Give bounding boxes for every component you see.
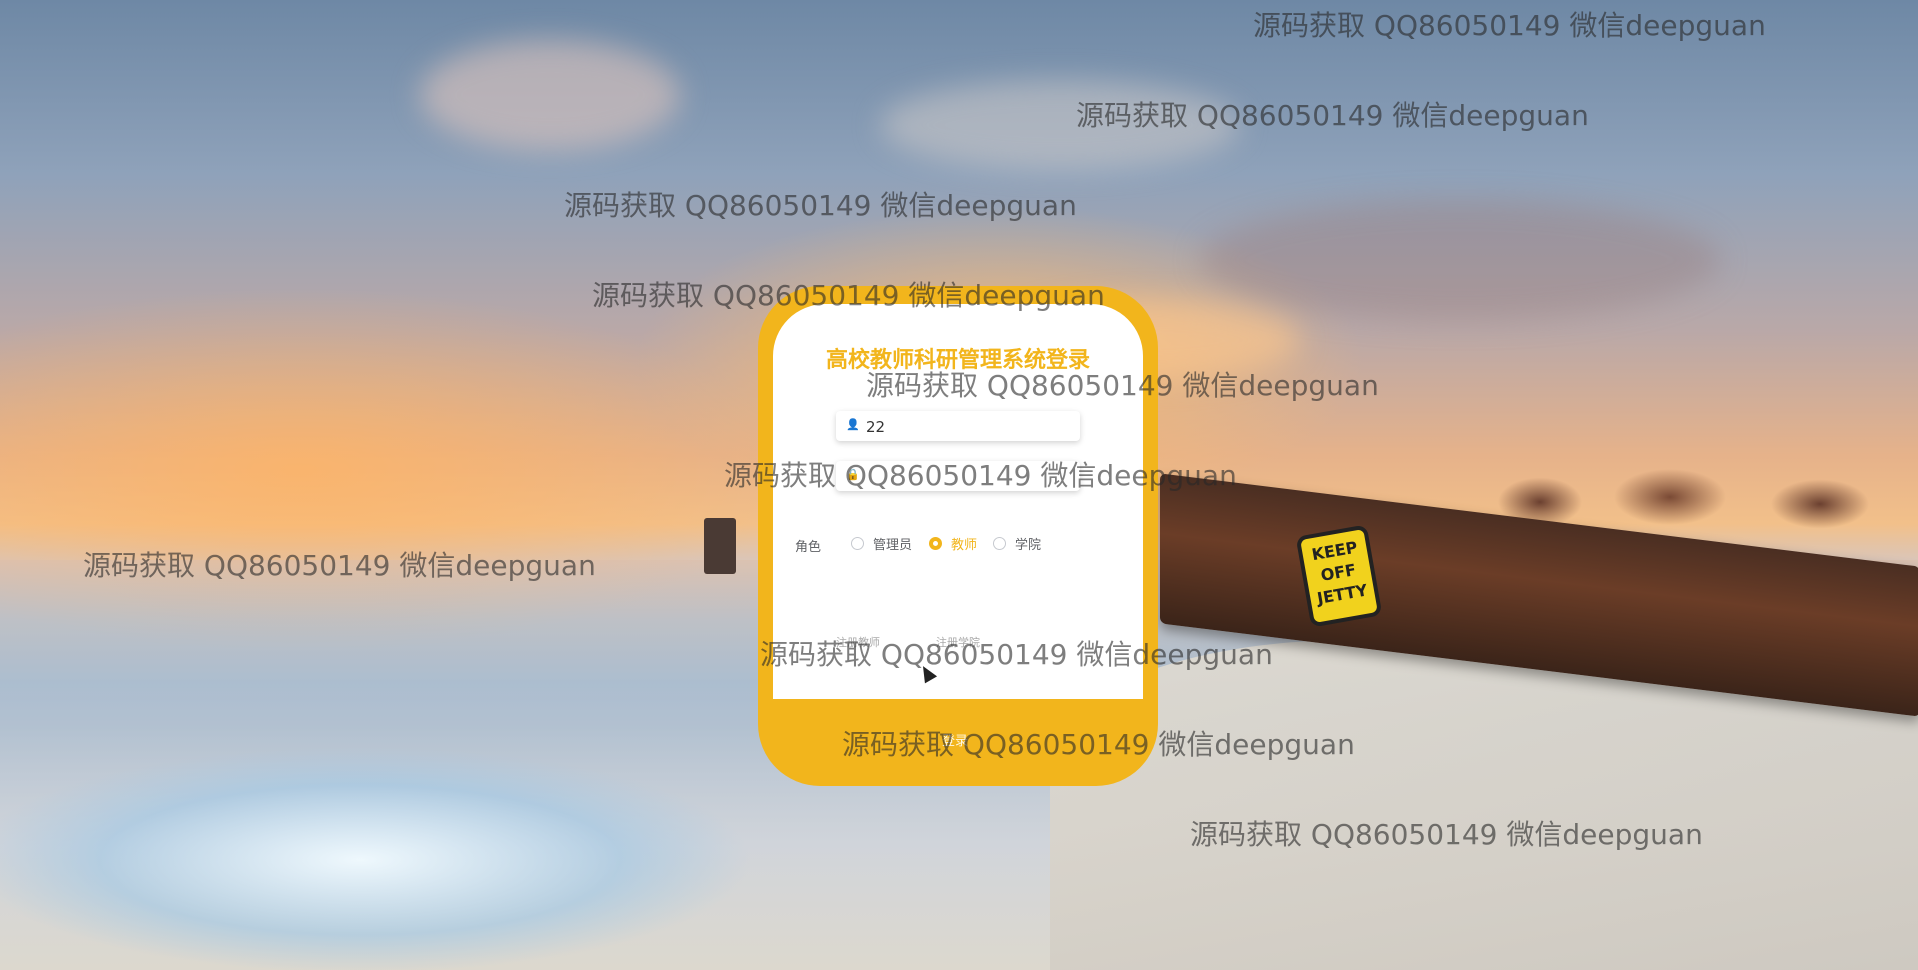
login-button[interactable]: 登录 (905, 728, 1005, 750)
lock-icon: 🔒 (846, 468, 860, 481)
username-input[interactable] (864, 415, 1068, 439)
register-teacher-link[interactable]: 注册教师 (836, 634, 880, 650)
radio-dot (851, 537, 864, 550)
role-radio-admin[interactable]: 管理员 (851, 534, 912, 553)
cloud-shape (1200, 200, 1720, 320)
page-title: 高校教师科研管理系统登录 (825, 348, 1090, 373)
sign-post (704, 518, 736, 574)
role-radio-teacher[interactable]: 教师 (929, 534, 977, 553)
cloud-shape (420, 40, 680, 150)
cloud-shape (880, 80, 1240, 170)
password-input[interactable] (864, 465, 1068, 489)
wave-shape (0, 720, 900, 970)
radio-dot (993, 537, 1006, 550)
role-option-label: 学院 (1015, 538, 1042, 553)
username-field[interactable]: 👤 (836, 411, 1080, 441)
role-option-label: 管理员 (873, 538, 913, 553)
role-option-label: 教师 (951, 538, 978, 553)
role-radio-college[interactable]: 学院 (993, 534, 1041, 553)
register-college-link[interactable]: 注册学院 (936, 634, 980, 650)
user-icon: 👤 (846, 418, 860, 431)
radio-dot (929, 537, 942, 550)
role-label: 角色 (795, 540, 822, 555)
password-field[interactable]: 🔒 (836, 461, 1080, 491)
